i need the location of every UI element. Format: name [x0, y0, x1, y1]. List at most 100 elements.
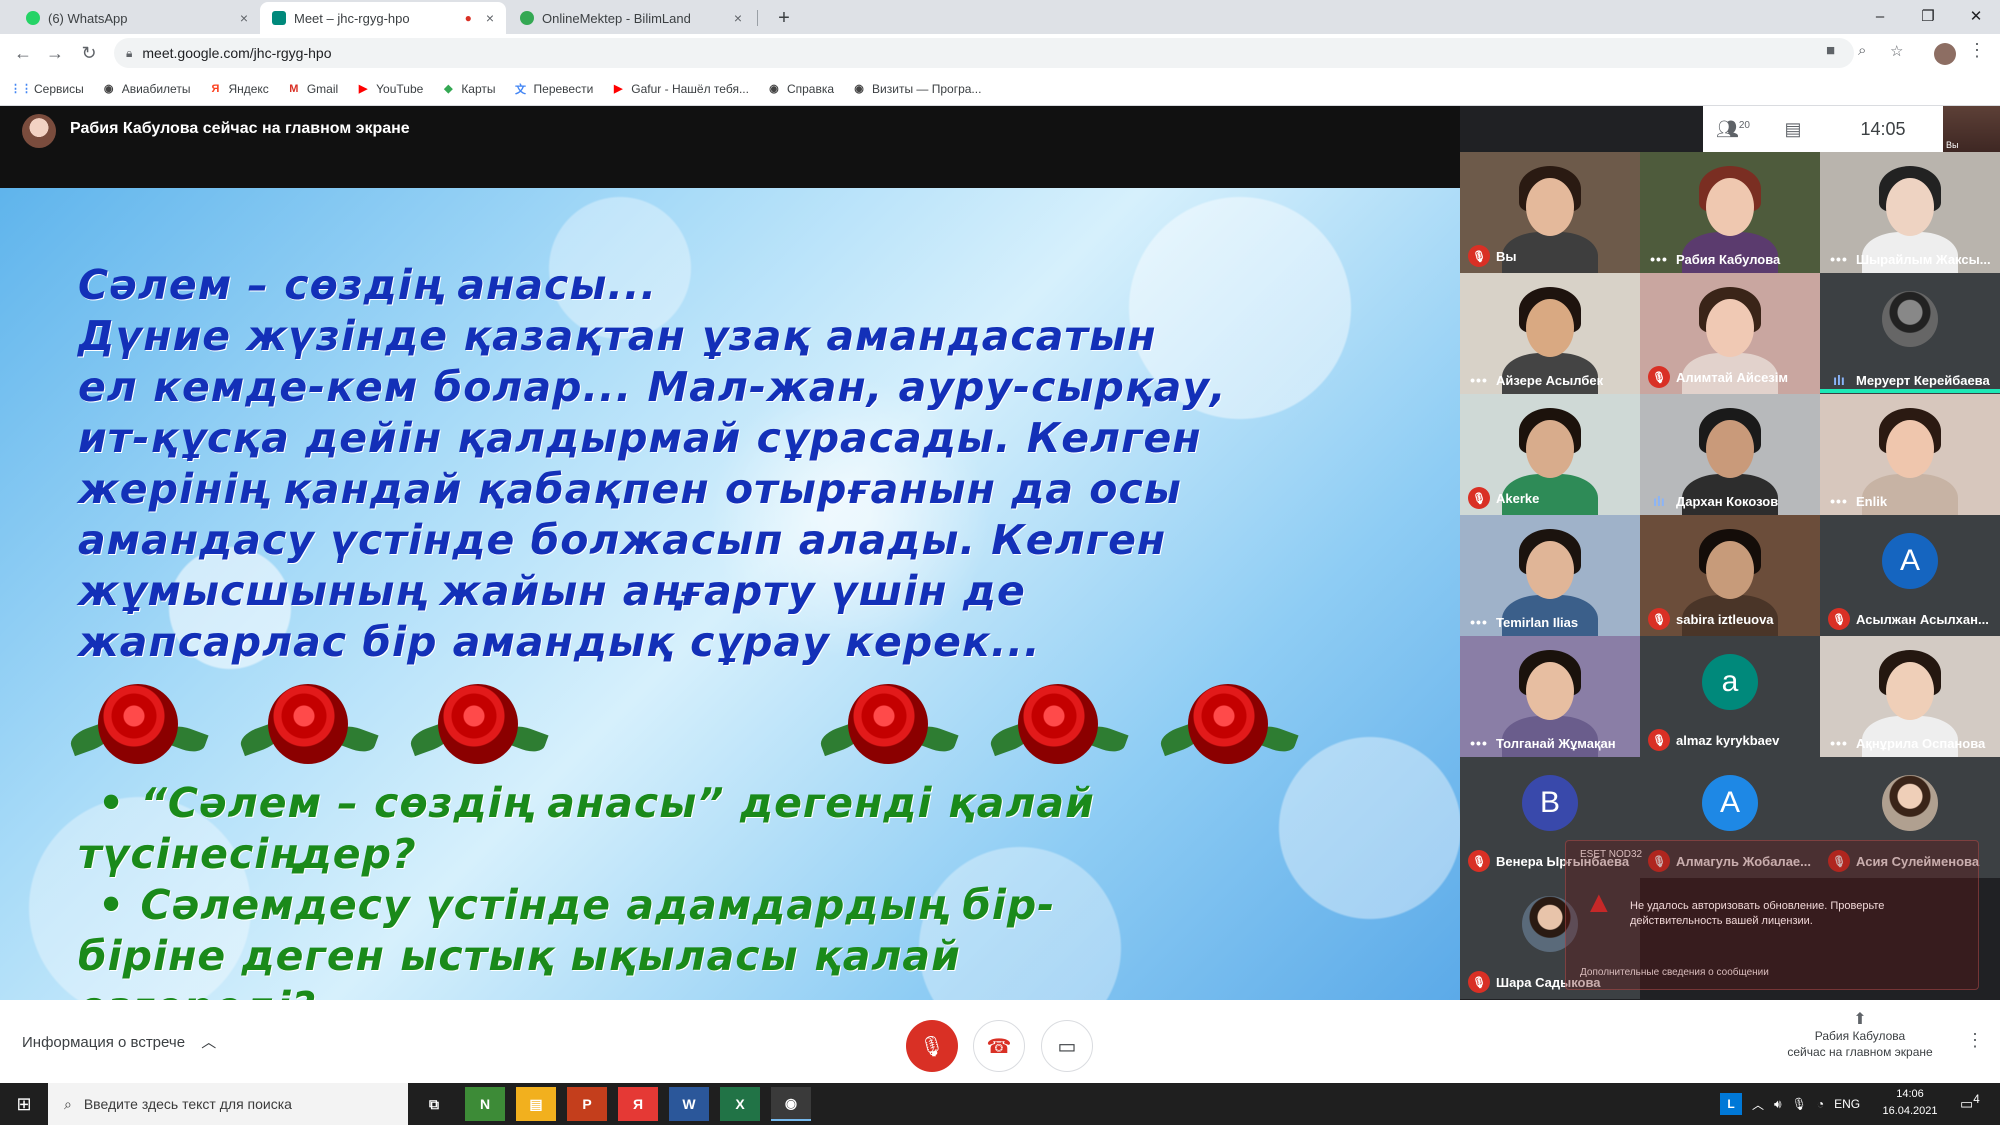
people-icon: 👥︎ — [1716, 118, 1739, 139]
taskbar-chrome-icon[interactable]: ◉ — [771, 1087, 811, 1121]
yandex-icon: Я — [211, 82, 220, 95]
bookmarks-bar: ⋮⋮ Сервисы ◉ Авиабилеты Я Яндекс M Gmail ▶ Yo… — [0, 72, 2000, 106]
tray-app-icon[interactable]: L — [1720, 1093, 1742, 1115]
microphone-icon[interactable]: 🎙︎ — [1792, 1097, 1807, 1111]
forward-button[interactable]: → — [42, 40, 68, 66]
volume-icon[interactable]: 🔊︎ — [1774, 1097, 1782, 1112]
taskbar-yandex-icon[interactable]: Я — [618, 1087, 658, 1121]
rose-image — [817, 678, 959, 768]
maximize-button[interactable]: ❐ — [1908, 4, 1948, 28]
address-bar[interactable]: 🔒︎ meet.google.com/jhc-rgyg-hpo — [114, 38, 1854, 68]
tray-chevron-icon[interactable]: ︿ — [1752, 1096, 1764, 1113]
roses-right — [817, 678, 1299, 778]
taskbar-search-placeholder: Введите здесь текст для поиска — [83, 1096, 292, 1112]
more-dots-icon: ••• — [1470, 614, 1488, 630]
close-icon[interactable]: × — [486, 10, 494, 26]
wifi-icon[interactable]: ◔ — [1817, 1097, 1824, 1111]
participant-caption: ••• Temirlan Ilias — [1468, 614, 1638, 630]
tab-bilimland[interactable]: OnlineMektep - BilimLand × — [508, 2, 754, 34]
bookmark-item[interactable]: ⋮⋮ Сервисы — [10, 82, 84, 96]
participant-tile[interactable]: ılı Дархан Кокозов — [1640, 394, 1820, 515]
bookmark-item[interactable]: ▶ Gafur - Нашёл тебя... — [611, 82, 749, 96]
license-error-popup[interactable]: ESET NOD32 ▲ Не удалось авторизовать обн… — [1565, 840, 1979, 990]
participant-tile[interactable]: ••• Enlik — [1820, 394, 2000, 515]
slide-line: Дүние жүзінде қазақтан ұзақ амандасатын — [78, 312, 1157, 360]
participant-tile[interactable]: 🎙︎ Алимтай Айсезім — [1640, 273, 1820, 394]
participant-tile[interactable]: 🎙︎ sabira iztleuova — [1640, 515, 1820, 636]
close-icon[interactable]: × — [734, 10, 742, 26]
taskbar-powerpoint-icon[interactable]: P — [567, 1087, 607, 1121]
bookmark-item[interactable]: ▶ YouTube — [356, 82, 423, 96]
bookmark-item[interactable]: M Gmail — [287, 82, 338, 96]
camera-toggle-button[interactable]: ▭ — [1041, 1020, 1093, 1072]
participant-tile[interactable]: ılı Меруерт Керейбаева — [1820, 273, 2000, 394]
participant-tile[interactable]: ••• Айзере Асылбек — [1460, 273, 1640, 394]
tab-meet[interactable]: Meet – jhc-rgyg-hpo ● × — [260, 2, 506, 34]
rose-image — [1157, 678, 1299, 768]
whatsapp-icon — [26, 11, 40, 25]
participants-button[interactable]: 👥︎20 — [1703, 119, 1763, 140]
mic-off-icon: 🎙 — [919, 1035, 945, 1058]
bookmark-star-icon[interactable]: ☆ — [1890, 42, 1903, 60]
taskbar-clock[interactable]: 14:06 16.04.2021 — [1878, 1086, 1942, 1120]
window-close-button[interactable]: ✕ — [1956, 4, 1996, 28]
participant-tile[interactable]: 🎙︎ Вы — [1460, 152, 1640, 273]
chevron-up-icon: ︿ — [201, 1034, 217, 1051]
bookmark-item[interactable]: Я Яндекс — [208, 82, 269, 96]
presenting-status-button[interactable]: ⬆︎ Рабия Кабулова сейчас на главном экра… — [1760, 1012, 1960, 1060]
meet-top-controls: 👥︎20 ▤ 14:05 — [1703, 106, 1943, 152]
speaking-icon: ılı — [1653, 493, 1665, 509]
bookmark-label: Перевести — [533, 81, 594, 96]
reload-button[interactable]: ↻ — [76, 40, 102, 66]
back-button[interactable]: ← — [10, 40, 36, 66]
taskbar-app-green-icon[interactable]: N — [465, 1087, 505, 1121]
new-tab-button[interactable]: + — [770, 4, 798, 32]
taskbar-word-icon[interactable]: W — [669, 1087, 709, 1121]
participant-caption: ••• Толганай Жұмақан — [1468, 735, 1638, 751]
lock-icon: 🔒︎ — [126, 45, 133, 60]
address-text: meet.google.com/jhc-rgyg-hpo — [142, 45, 332, 61]
mic-toggle-button[interactable]: 🎙 — [906, 1020, 958, 1072]
meet-header — [0, 106, 1460, 188]
participant-tile[interactable]: ••• Толганай Жұмақан — [1460, 636, 1640, 757]
leave-call-button[interactable]: ☎ — [973, 1020, 1025, 1072]
close-icon[interactable]: × — [240, 10, 248, 26]
meeting-info-button[interactable]: Информация о встрече ︿ — [22, 1031, 216, 1052]
bookmark-item[interactable]: 文 Перевести — [514, 81, 594, 96]
presenting-status: сейчас на главном экране — [1787, 1045, 1933, 1059]
language-indicator[interactable]: ENG — [1834, 1097, 1860, 1111]
participant-tile[interactable]: 🎙︎ Akerke — [1460, 394, 1640, 515]
bookmark-item[interactable]: ◆ Карты — [441, 82, 495, 96]
taskbar-excel-icon[interactable]: X — [720, 1087, 760, 1121]
participant-name: Асылжан Асылхан... — [1856, 611, 1989, 627]
popup-footer-link[interactable]: Дополнительные сведения о сообщении — [1580, 967, 1769, 978]
more-options-button[interactable]: ⋮ — [1966, 1030, 1984, 1051]
minimize-button[interactable]: – — [1860, 4, 1900, 28]
participant-tile[interactable]: a 🎙︎ almaz kyrykbaev — [1640, 636, 1820, 757]
taskbar-search[interactable]: ⌕ Введите здесь текст для поиска — [48, 1083, 408, 1125]
self-preview[interactable]: Вы — [1943, 106, 2000, 152]
participant-tile[interactable]: ••• Ақнұрила Оспанова — [1820, 636, 2000, 757]
start-button[interactable]: ⊞ — [0, 1083, 48, 1125]
zoom-icon[interactable]: ⌕ — [1858, 42, 1866, 59]
notification-center-button[interactable]: ▭4 — [1960, 1093, 1980, 1113]
taskbar-explorer-icon[interactable]: ▤ — [516, 1087, 556, 1121]
bookmark-item[interactable]: ◉ Визиты — Програ... — [852, 82, 981, 96]
mic-muted-icon: 🎙︎ — [1468, 487, 1490, 509]
taskbar-task-view-icon[interactable]: ⧉ — [414, 1087, 454, 1121]
tab-whatsapp[interactable]: (6) WhatsApp × — [14, 2, 260, 34]
participant-name: Толганай Жұмақан — [1496, 735, 1616, 751]
participant-tile[interactable]: ••• Temirlan Ilias — [1460, 515, 1640, 636]
participant-caption: ılı Меруерт Керейбаева — [1828, 372, 1998, 388]
bookmark-item[interactable]: ◉ Авиабилеты — [102, 82, 191, 96]
chat-button[interactable]: ▤ — [1763, 119, 1823, 140]
participant-tile[interactable]: A 🎙︎ Асылжан Асылхан... — [1820, 515, 2000, 636]
profile-avatar[interactable] — [1934, 43, 1956, 65]
browser-menu-icon[interactable]: ⋮ — [1968, 40, 1986, 61]
slide-line: амандасу үстінде болжасып алады. Келген — [78, 516, 1167, 564]
camera-indicator-icon[interactable]: ■ — [1826, 42, 1835, 59]
bookmark-item[interactable]: ◉ Справка — [767, 82, 834, 96]
participant-tile[interactable]: ••• Шырайлым Жаксы... — [1820, 152, 2000, 273]
self-label: Вы — [1946, 140, 1959, 150]
participant-tile[interactable]: ••• Рабия Кабулова — [1640, 152, 1820, 273]
